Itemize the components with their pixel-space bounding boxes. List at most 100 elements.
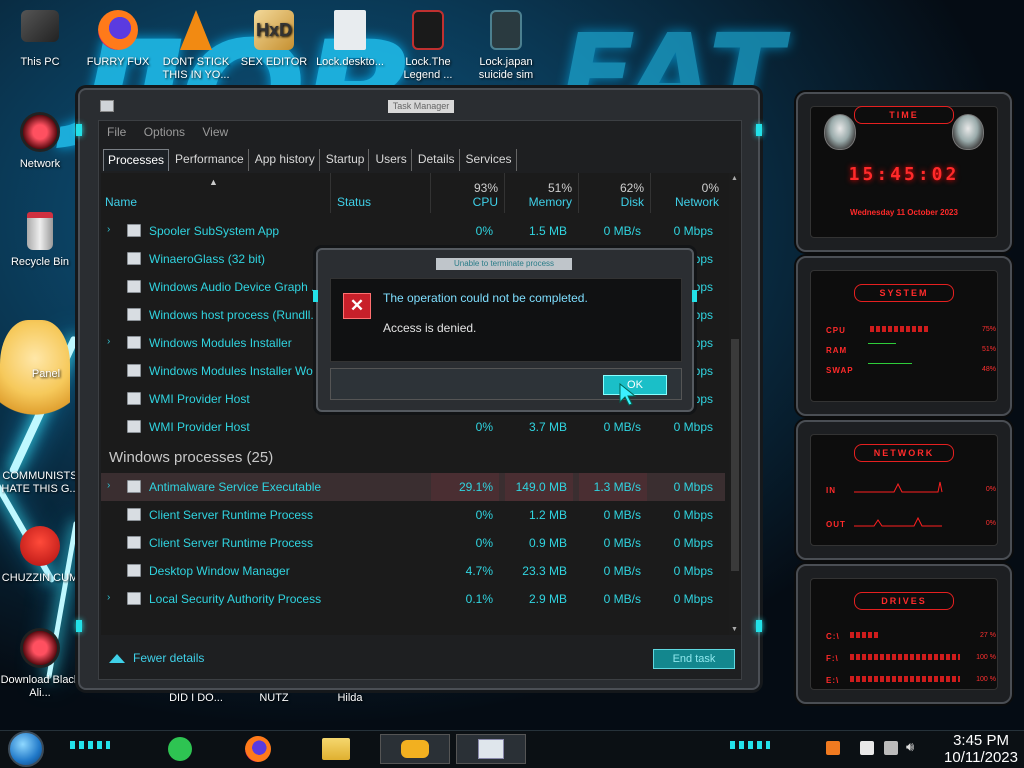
desktop-icon-chuzzin-cum[interactable]: CHUZZIN CUM	[0, 526, 80, 585]
arrow-up-icon	[109, 654, 125, 663]
drives-gadget: DRIVES C:\ 27 % F:\ 100 % E:\ 100 %	[796, 564, 1012, 704]
expand-arrow-icon[interactable]: ›	[107, 224, 110, 235]
taskbar-app-task-manager[interactable]	[456, 734, 526, 764]
ram-value: 51%	[981, 346, 996, 353]
process-name: Antimalware Service Executable	[149, 480, 322, 494]
end-task-button[interactable]: End task	[653, 649, 735, 669]
memory-cell: 2.9 MB	[528, 592, 567, 606]
swap-label: SWAP	[826, 366, 854, 375]
disk-cell: 0 MB/s	[603, 592, 641, 606]
taskbar-app-handshake[interactable]	[380, 734, 450, 764]
group-header-windows-processes[interactable]: Windows processes (25)	[109, 449, 273, 466]
desktop-icon-lock-japan[interactable]: Lock.japan suicide sim	[466, 10, 546, 82]
expand-arrow-icon[interactable]: ›	[107, 592, 110, 603]
tray-icon-security[interactable]	[884, 741, 898, 755]
start-orb-button[interactable]	[8, 731, 44, 767]
column-header-memory[interactable]: 51% Memory	[505, 173, 579, 213]
column-header-name[interactable]: ▲ Name	[101, 173, 331, 213]
desktop-icon-dont-stick[interactable]: DONT STICK THIS IN YO...	[156, 10, 236, 82]
tab-users[interactable]: Users	[371, 149, 412, 171]
desktop-icon-nutz[interactable]: NUTZ	[234, 692, 314, 705]
fewer-details-button[interactable]: Fewer details	[109, 651, 204, 665]
process-row[interactable]: › Antimalware Service Executable 29.1% 149.…	[101, 473, 725, 501]
desktop-icon-this-pc[interactable]: This PC	[0, 10, 80, 69]
process-row[interactable]: Client Server Runtime Process 0% 0.9 MB 0 M…	[101, 529, 725, 557]
tray-icon-flash[interactable]	[826, 741, 840, 755]
gadget-date: Wednesday 11 October 2023	[850, 208, 958, 217]
tab-startup[interactable]: Startup	[322, 149, 370, 171]
disk-cell: 0 MB/s	[603, 536, 641, 550]
menu-options[interactable]: Options	[144, 125, 185, 139]
desktop-icon-hilda[interactable]: Hilda	[310, 692, 390, 705]
disk-cell: 0 MB/s	[603, 420, 641, 434]
tab-processes[interactable]: Processes	[103, 149, 170, 171]
desktop-icon-recycle-bin[interactable]: Recycle Bin	[0, 212, 80, 269]
tab-app-history[interactable]: App history	[251, 149, 320, 171]
desktop-icon-lock-desktop[interactable]: Lock.deskto...	[310, 10, 390, 69]
tab-bar: Processes Performance App history Startu…	[103, 149, 519, 171]
column-header-network[interactable]: 0% Network	[651, 173, 725, 213]
desktop-icon-did-i-do[interactable]: DID I DO...	[156, 692, 236, 705]
disk-cell: 0 MB/s	[603, 508, 641, 522]
menu-file[interactable]: File	[107, 125, 126, 139]
desktop-icon-control-panel[interactable]: Panel	[26, 368, 66, 381]
tab-services[interactable]: Services	[462, 149, 517, 171]
scroll-thumb[interactable]	[731, 339, 739, 571]
network-cell: 0 Mbps	[673, 536, 713, 550]
process-name: WMI Provider Host	[149, 392, 250, 406]
net-in-graph	[854, 481, 943, 493]
process-row[interactable]: Client Server Runtime Process 0% 1.2 MB 0 M…	[101, 501, 725, 529]
column-header-cpu[interactable]: 93% CPU	[431, 173, 505, 213]
taskbar-app-notes[interactable]	[160, 734, 200, 764]
desktop-icon-lock-legend[interactable]: Lock.The Legend ...	[388, 10, 468, 82]
process-icon	[127, 420, 141, 433]
game-icon-2	[490, 10, 522, 50]
ram-graph-line	[868, 343, 896, 344]
desktop-icon-furry-fux[interactable]: FURRY FUX	[78, 10, 158, 69]
scrollbar[interactable]: ▲ ▼	[729, 173, 741, 635]
gadget-title-time: TIME	[854, 106, 954, 124]
process-row[interactable]: › Local Security Authority Process 0.1% 2.9…	[101, 585, 725, 613]
dialog-footer: OK	[330, 368, 682, 406]
expand-arrow-icon[interactable]: ›	[107, 480, 110, 491]
settings-file-icon	[334, 10, 366, 50]
volume-icon[interactable]: 🔊︎	[906, 739, 914, 755]
taskbar-decor	[70, 741, 110, 749]
menu-view[interactable]: View	[202, 125, 228, 139]
cpu-cell: 29.1%	[431, 473, 499, 501]
process-row[interactable]: › Spooler SubSystem App 0% 1.5 MB 0 MB/s 0 Mb…	[101, 217, 725, 245]
scroll-up-icon[interactable]: ▲	[731, 175, 738, 182]
desktop-icon-network[interactable]: Network	[0, 112, 80, 171]
scroll-down-icon[interactable]: ▼	[731, 626, 738, 633]
drive-c-label: C:\	[826, 632, 840, 641]
cpu-cell: 0%	[475, 420, 493, 434]
drive-f-bar	[850, 654, 960, 660]
window-app-icon	[100, 100, 114, 112]
tab-performance[interactable]: Performance	[171, 149, 249, 171]
process-row[interactable]: WMI Provider Host 0% 3.7 MB 0 MB/s 0 Mbps	[101, 413, 725, 441]
memory-cell: 23.3 MB	[522, 564, 567, 578]
system-gadget: SYSTEM CPU 75% RAM 51% SWAP 48%	[796, 256, 1012, 416]
frame-glow	[692, 290, 697, 302]
drive-c-value: 27 %	[980, 632, 996, 639]
process-row[interactable]: Desktop Window Manager 4.7% 23.3 MB 0 MB/s 0…	[101, 557, 725, 585]
taskbar-app-firefox[interactable]	[238, 734, 278, 764]
column-header-disk[interactable]: 62% Disk	[579, 173, 651, 213]
dialog-title: Unable to terminate process	[436, 258, 572, 270]
chuzzle-icon	[20, 526, 60, 566]
desktop-icon-communists[interactable]: COMMUNISTS HATE THIS G...	[0, 470, 80, 496]
desktop-icon-download-black-alien[interactable]: Download Black Ali...	[0, 628, 80, 700]
desktop: ЛОВ ЕАТ This PC FURRY FUX DONT STICK THI…	[0, 0, 1024, 730]
desktop-icon-sex-editor[interactable]: HxD SEX EDITOR	[234, 10, 314, 69]
alienware-network-icon	[20, 112, 60, 152]
taskbar-app-explorer[interactable]	[316, 734, 356, 764]
tab-details[interactable]: Details	[414, 149, 460, 171]
file-explorer-icon	[322, 738, 350, 760]
expand-arrow-icon[interactable]: ›	[107, 336, 110, 347]
tray-icon-network-error[interactable]	[860, 741, 874, 755]
memory-total: 51%	[547, 181, 572, 195]
column-header-status[interactable]: Status	[331, 173, 431, 213]
process-icon	[127, 592, 141, 605]
taskbar-clock[interactable]: 3:45 PM 10/11/2023	[944, 732, 1018, 766]
recycle-bin-icon	[27, 212, 53, 250]
